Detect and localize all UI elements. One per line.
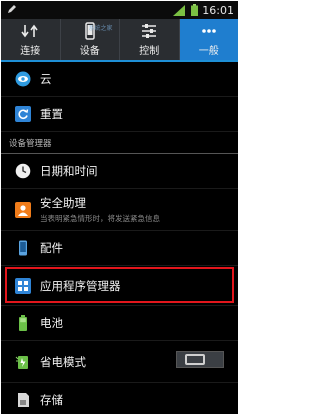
power-saving-toggle[interactable] (176, 351, 224, 368)
tab-label: 一般 (198, 46, 219, 57)
list-item-label: 存储 (40, 393, 63, 407)
list-item-label: 云 (40, 72, 52, 86)
list-item-label: 日期和时间 (40, 164, 98, 178)
clock-icon (15, 163, 31, 179)
list-item-storage[interactable]: 存储 (1, 383, 238, 414)
sliders-icon (142, 24, 157, 38)
edit-icon (8, 5, 16, 13)
list-item-label: 配件 (40, 241, 63, 255)
section-header-device-manager: 设备管理器 (1, 132, 238, 154)
phone-accessory-icon (15, 240, 31, 256)
list-item-battery[interactable]: 电池 (1, 306, 238, 341)
list-item-reset[interactable]: 重置 (1, 97, 238, 132)
tab-label: 设备 (79, 46, 100, 57)
list-item-power-saving[interactable]: 省电模式 (1, 341, 238, 383)
swap-arrows-icon (21, 24, 38, 38)
list-item-label: 安全助理 (40, 196, 86, 210)
settings-list: 云 重置 设备管理器 日期和时间 安全助理 当表明紧急情形时，将发送紧急信息 配… (1, 62, 238, 414)
tab-label: 控制 (139, 46, 160, 57)
list-item-safety-assistance[interactable]: 安全助理 当表明紧急情形时，将发送紧急信息 (1, 189, 238, 231)
toggle-knob (185, 354, 205, 365)
more-dots-icon (201, 29, 216, 33)
storage-icon (15, 392, 31, 408)
settings-tabs: 连接 系统之家 设备 控制 一般 (1, 19, 238, 62)
settings-screen: 16:01 连接 系统之家 设备 控制 一般 云 重置 设备管理器 日期和时间 … (1, 1, 238, 414)
list-item-label: 电池 (40, 316, 63, 330)
watermark: 系统之家 (88, 25, 113, 32)
highlight-box (5, 267, 234, 303)
list-item-date-time[interactable]: 日期和时间 (1, 154, 238, 189)
tab-label: 连接 (20, 46, 41, 57)
tab-connections[interactable]: 连接 (1, 19, 61, 60)
status-time: 16:01 (202, 3, 234, 17)
status-bar: 16:01 (1, 1, 238, 19)
list-item-label: 省电模式 (40, 354, 86, 369)
list-item-label: 重置 (40, 107, 63, 121)
list-item-accessories[interactable]: 配件 (1, 231, 238, 266)
power-saving-icon (15, 354, 31, 370)
reset-icon (15, 106, 31, 122)
safety-alert-icon (15, 201, 31, 218)
battery-icon (15, 315, 31, 331)
list-item-cloud[interactable]: 云 (1, 62, 238, 97)
battery-icon (191, 4, 199, 16)
tab-device[interactable]: 系统之家 设备 (61, 19, 120, 60)
cloud-icon (15, 71, 31, 87)
signal-icon (173, 4, 186, 16)
list-item-application-manager[interactable]: 应用程序管理器 (1, 266, 238, 306)
tab-controls[interactable]: 控制 (120, 19, 180, 60)
tab-general[interactable]: 一般 (179, 19, 238, 60)
list-item-description: 当表明紧急情形时，将发送紧急信息 (40, 214, 160, 223)
